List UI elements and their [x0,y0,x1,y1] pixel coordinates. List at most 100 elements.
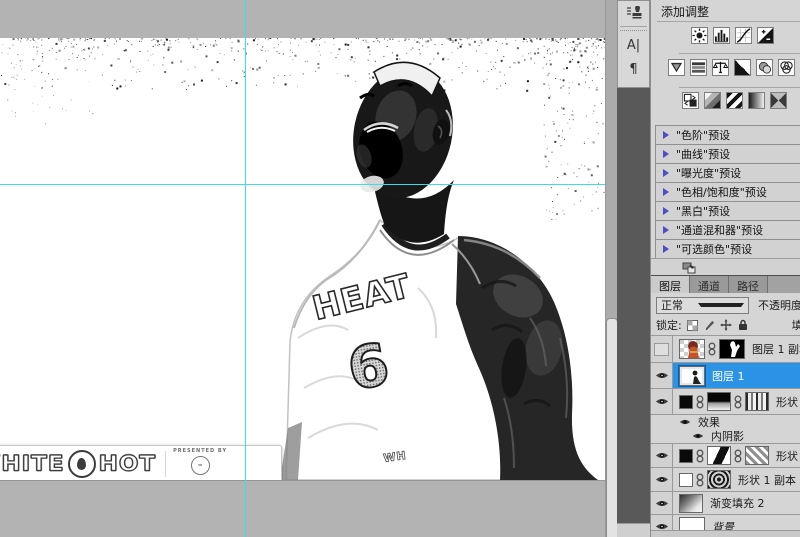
layers-panel-footer [651,530,800,537]
photoshop-window: HEAT 6 WH WHITE HOT PRESENTED BY ≈ [0,0,800,537]
brightness-contrast-adjustment-button[interactable] [691,27,708,44]
link-icon [708,342,716,356]
horizontal-guide[interactable] [0,184,605,185]
invert-adjustment-button[interactable] [682,92,699,109]
disclosure-triangle-icon[interactable] [663,131,669,139]
disclosure-triangle-icon[interactable] [663,226,669,234]
layer-mask-thumbnail[interactable] [707,470,731,489]
preset-curves[interactable]: "曲线"预设 [655,144,800,164]
disclosure-triangle-icon[interactable] [663,188,669,196]
hue-saturation-adjustment-button[interactable] [690,59,707,76]
disclosure-triangle-icon[interactable] [663,150,669,158]
disclosure-triangle-icon[interactable] [663,169,669,177]
layer-thumbnail[interactable] [679,449,693,463]
separator [657,21,800,22]
preset-channel-mixer[interactable]: "通道混和器"预设 [655,220,800,240]
document-canvas-area[interactable]: HEAT 6 WH WHITE HOT PRESENTED BY ≈ [0,0,605,537]
layer-name[interactable]: 形状 [776,448,798,464]
inner-shadow-effect-row[interactable]: 内阴影 [651,429,800,444]
opacity-label: 不透明度: [758,297,800,313]
lock-transparent-pixels-button[interactable] [686,319,699,332]
eye-icon [655,475,669,484]
levels-adjustment-button[interactable] [713,27,730,44]
layer-effects-row[interactable]: 效果 [651,415,800,429]
lock-position-button[interactable] [720,319,733,332]
lock-label: 锁定: [656,317,682,333]
vector-mask-thumbnail[interactable] [745,446,769,465]
clone-stamp-icon [626,6,642,20]
visibility-toggle[interactable] [651,492,673,514]
layer-mask-thumbnail[interactable] [707,392,731,411]
adjustment-presets-list: "色阶"预设 "曲线"预设 "曝光度"预设 "色相/饱和度"预设 "黑白"预设 … [655,126,800,259]
character-panel-button[interactable]: A| [618,33,649,57]
link-icon [696,395,704,409]
separator [679,87,800,88]
link-icon [734,395,742,409]
collapsed-panel-icons: A| ¶ [617,0,650,88]
tabbar-spacer [768,276,800,294]
vertical-guide[interactable] [245,0,246,537]
preset-selective-color[interactable]: "可选颜色"预设 [655,239,800,259]
dock-group-divider [620,26,647,31]
heat-ball-icon [68,450,96,478]
vibrance-adjustment-button[interactable] [668,59,685,76]
disclosure-triangle-icon[interactable] [663,207,669,215]
layer-thumbnail[interactable] [679,473,693,487]
curves-adjustment-button[interactable] [735,27,752,44]
visibility-toggle[interactable] [651,389,673,414]
clone-source-panel-button[interactable] [618,1,649,25]
disclosure-triangle-icon[interactable] [663,245,669,253]
preset-hue-saturation[interactable]: "色相/饱和度"预设 [655,182,800,202]
link-icon [734,449,742,463]
layer-name[interactable]: 形状 1 副本 [738,472,796,488]
layer-row-shape-b[interactable]: 形状 [651,444,800,468]
layer-row-layer1-selected[interactable]: 图层 1 [651,363,800,389]
color-balance-adjustment-button[interactable] [712,59,729,76]
gradient-map-adjustment-button[interactable] [748,92,765,109]
layer-name[interactable]: 图层 1 副本 2 [752,341,800,357]
layer-row-shape-a[interactable]: 形状 [651,389,800,415]
selective-color-adjustment-button[interactable] [770,92,787,109]
visibility-toggle[interactable] [651,336,673,362]
layer-name[interactable]: 渐变填充 2 [710,495,765,511]
sponsor-seal-icon: ≈ [191,456,210,475]
layer-name[interactable]: 形状 [776,394,798,410]
lock-all-button[interactable] [737,319,750,332]
preset-exposure[interactable]: "曝光度"预设 [655,163,800,183]
channel-mixer-adjustment-button[interactable] [778,59,795,76]
layer-row-layer1-copy2[interactable]: 图层 1 副本 2 [651,336,800,363]
layer-thumbnail[interactable] [679,494,703,513]
expanded-view-icon[interactable] [682,262,697,274]
visibility-toggle[interactable] [651,363,673,388]
visibility-toggle[interactable] [651,468,673,491]
blend-mode-value: 正常 [657,297,698,313]
threshold-adjustment-button[interactable] [726,92,743,109]
vector-mask-thumbnail[interactable] [745,392,769,411]
paragraph-panel-button[interactable]: ¶ [618,57,649,81]
preset-levels[interactable]: "色阶"预设 [655,125,800,145]
eye-icon[interactable] [679,418,691,426]
layer-row-shape1-copy[interactable]: 形状 1 副本 [651,468,800,492]
layer-name[interactable]: 图层 1 [712,368,745,384]
eye-icon[interactable] [692,432,704,440]
lock-image-pixels-button[interactable] [703,319,716,332]
tab-layers[interactable]: 图层 [651,276,690,294]
artwork-white-background[interactable]: HEAT 6 WH WHITE HOT PRESENTED BY ≈ [0,38,606,481]
exposure-adjustment-button[interactable] [757,27,774,44]
posterize-adjustment-button[interactable] [704,92,721,109]
black-white-adjustment-button[interactable] [734,59,751,76]
layer-thumbnail[interactable] [679,339,705,359]
layer-thumbnail[interactable] [679,395,693,409]
layer-mask-thumbnail[interactable] [719,339,745,359]
visibility-toggle[interactable] [651,444,673,467]
layer-mask-thumbnail[interactable] [707,446,731,465]
blend-mode-dropdown[interactable]: 正常 [656,297,749,314]
photo-filter-adjustment-button[interactable] [756,59,773,76]
logo-text-white: WHITE [0,452,65,476]
preset-black-white[interactable]: "黑白"预设 [655,201,800,221]
tab-paths[interactable]: 路径 [729,276,768,294]
layer-row-gradient-fill2[interactable]: 渐变填充 2 [651,492,800,515]
layers-panel-tabbar: 图层 通道 路径 [651,275,800,294]
layer-thumbnail[interactable] [679,366,705,386]
tab-channels[interactable]: 通道 [690,276,729,294]
